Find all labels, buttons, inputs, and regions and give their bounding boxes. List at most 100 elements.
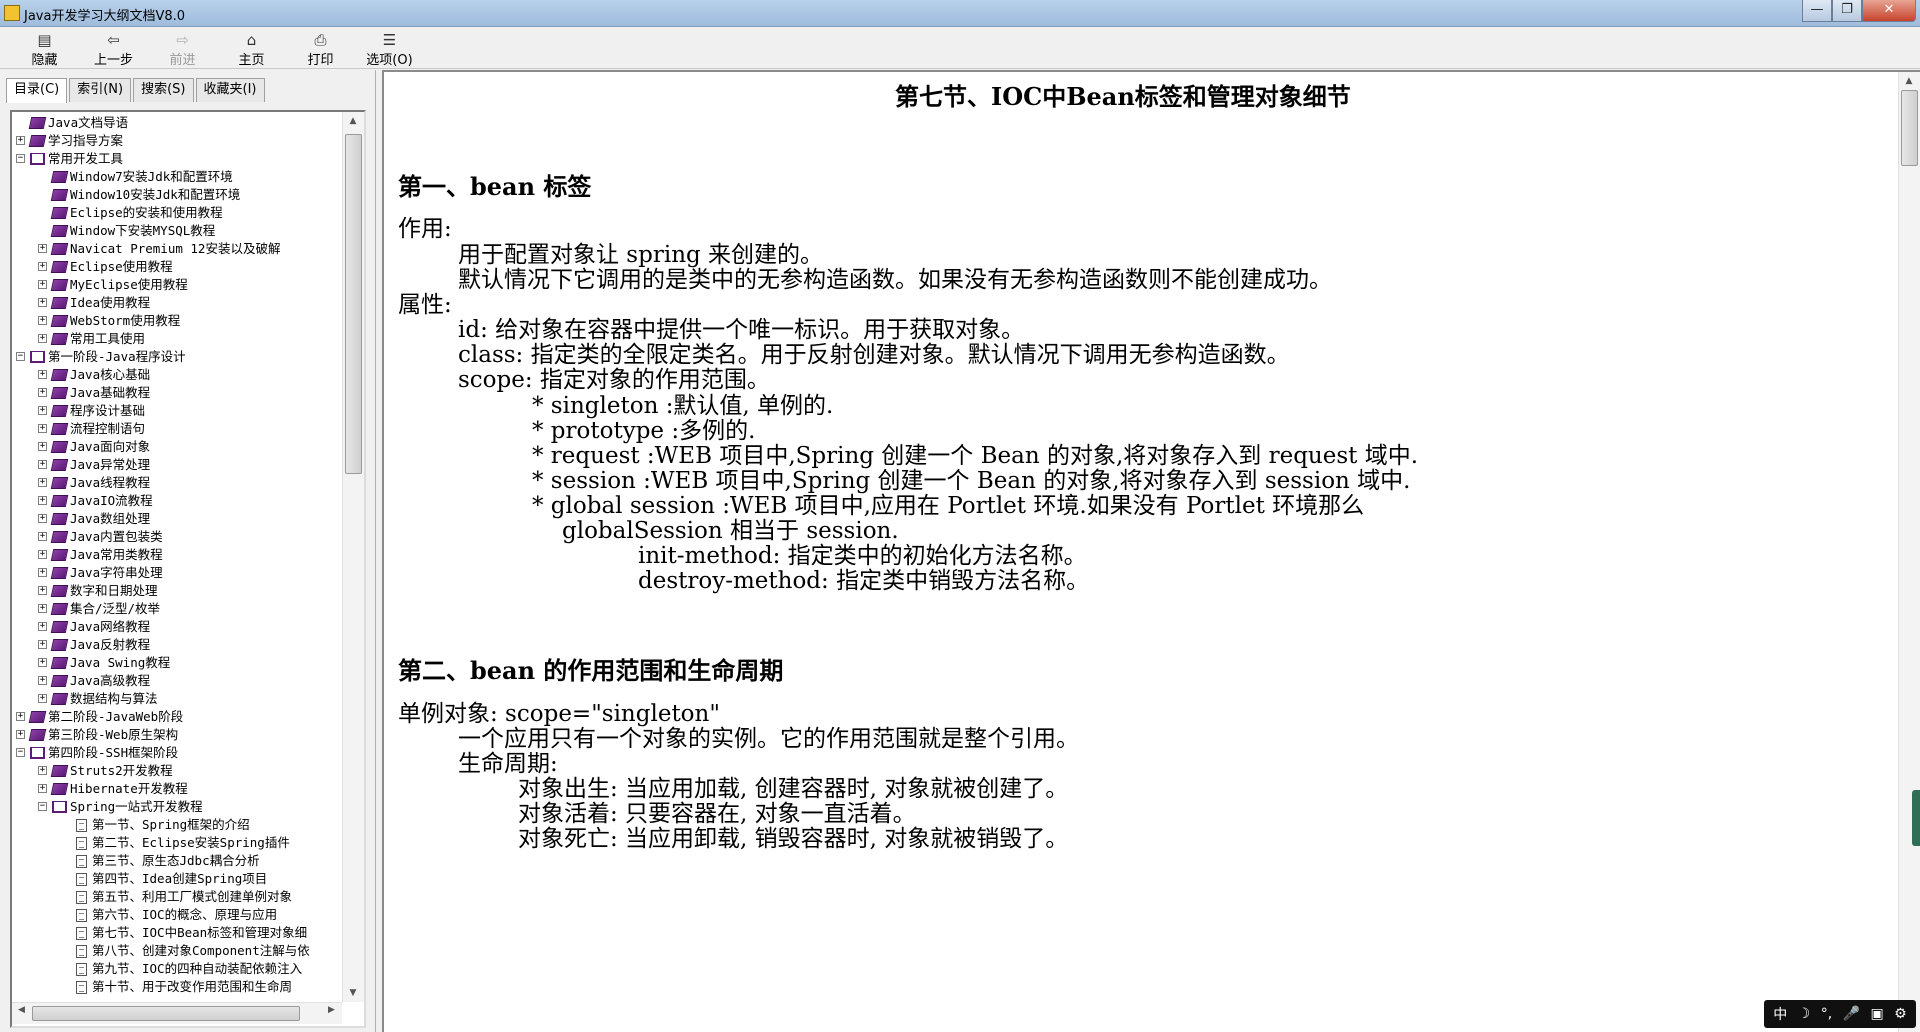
tree-item[interactable]: Window下安装MYSQL教程 [12,222,342,240]
tree-item[interactable]: + 数据结构与算法 [12,690,342,708]
tree-item[interactable]: + 学习指导方案 [12,132,342,150]
tree-hscroll-thumb[interactable] [32,1006,300,1021]
expand-icon[interactable]: + [38,550,47,559]
tree-item[interactable]: + Java网络教程 [12,618,342,636]
tree-item[interactable]: + Java Swing教程 [12,654,342,672]
tree-item[interactable]: Java文档导语 [12,114,342,132]
tree-horizontal-scrollbar[interactable]: ◀ ▶ [12,1002,342,1024]
print-button[interactable]: ⎙ 打印 [286,27,355,69]
tree-item[interactable]: 第二节、Eclipse安装Spring插件 [12,834,342,852]
expand-icon[interactable]: + [38,658,47,667]
tree-item[interactable]: Window10安装Jdk和配置环境 [12,186,342,204]
tree-item[interactable]: + Navicat Premium 12安装以及破解 [12,240,342,258]
tree-item[interactable]: − 第一阶段-Java程序设计 [12,348,342,366]
maximize-button[interactable]: ❐ [1832,0,1862,22]
forward-button[interactable]: ⇨ 前进 [148,27,217,69]
tree-item[interactable]: + 常用工具使用 [12,330,342,348]
expand-icon[interactable]: + [38,640,47,649]
expand-icon[interactable]: + [38,604,47,613]
expand-icon[interactable]: + [38,334,47,343]
tree-item[interactable]: + Struts2开发教程 [12,762,342,780]
collapse-icon[interactable]: − [38,802,47,811]
expand-icon[interactable]: + [38,262,47,271]
tree-item[interactable]: + 第三阶段-Web原生架构 [12,726,342,744]
expand-icon[interactable]: + [38,316,47,325]
expand-icon[interactable]: + [38,460,47,469]
scroll-down-arrow-icon[interactable]: ▼ [343,984,363,1002]
expand-icon[interactable]: + [38,298,47,307]
minimize-button[interactable]: — [1802,0,1832,22]
tree-item[interactable]: + Java内置包装类 [12,528,342,546]
tree-item[interactable]: − Spring一站式开发教程 [12,798,342,816]
tree-item[interactable]: 第四节、Idea创建Spring项目 [12,870,342,888]
tree-item[interactable]: + 数字和日期处理 [12,582,342,600]
expand-icon[interactable]: + [38,424,47,433]
collapse-icon[interactable]: − [16,352,25,361]
tree-item[interactable]: + Java线程教程 [12,474,342,492]
ime-toolbar[interactable]: 中 ☽ °, 🎤 ▣ ⚙ [1764,1000,1916,1028]
expand-icon[interactable]: + [38,568,47,577]
tab-favorites[interactable]: 收藏夹(I) [195,78,265,102]
ime-punctuation-icon[interactable]: °, [1821,1006,1832,1022]
tab-index[interactable]: 索引(N) [69,78,132,102]
tree-item[interactable]: + Java面向对象 [12,438,342,456]
tree-item[interactable]: + Eclipse使用教程 [12,258,342,276]
expand-icon[interactable]: + [38,676,47,685]
tree-vertical-scrollbar[interactable]: ▲ ▼ [342,112,364,1002]
expand-icon[interactable]: + [38,622,47,631]
tree-item[interactable]: + 流程控制语句 [12,420,342,438]
scroll-left-arrow-icon[interactable]: ◀ [18,1005,25,1015]
expand-icon[interactable]: + [16,730,25,739]
tree-item[interactable]: + 程序设计基础 [12,402,342,420]
tree-item[interactable]: Window7安装Jdk和配置环境 [12,168,342,186]
expand-icon[interactable]: + [38,532,47,541]
tree-item[interactable]: − 第四阶段-SSH框架阶段 [12,744,342,762]
ime-settings-icon[interactable]: ⚙ [1894,1006,1907,1022]
tree-scroll-thumb[interactable] [345,134,362,474]
scroll-up-arrow-icon[interactable]: ▲ [343,112,363,130]
home-button[interactable]: ⌂ 主页 [217,27,286,69]
tree-item[interactable]: − 常用开发工具 [12,150,342,168]
tab-contents[interactable]: 目录(C) [6,78,68,103]
ime-language-icon[interactable]: 中 [1773,1004,1787,1024]
tree-item[interactable]: 第六节、IOC的概念、原理与应用 [12,906,342,924]
expand-icon[interactable]: + [38,514,47,523]
tree-item[interactable]: 第三节、原生态Jdbc耦合分析 [12,852,342,870]
close-button[interactable]: ✕ [1862,0,1916,22]
expand-icon[interactable]: + [38,280,47,289]
floating-side-tab[interactable] [1912,790,1920,846]
tree-item[interactable]: + Hibernate开发教程 [12,780,342,798]
expand-icon[interactable]: + [38,406,47,415]
tree-item[interactable]: + 第二阶段-JavaWeb阶段 [12,708,342,726]
tree-item[interactable]: + JavaIO流教程 [12,492,342,510]
tree-item[interactable]: + Java数组处理 [12,510,342,528]
hide-button[interactable]: ▤ 隐藏 [10,27,79,69]
content-scroll-thumb[interactable] [1901,90,1918,166]
collapse-icon[interactable]: − [16,154,25,163]
tree-item[interactable]: 第十节、用于改变作用范围和生命周 [12,978,342,996]
tree-item[interactable]: + Java异常处理 [12,456,342,474]
collapse-icon[interactable]: − [16,748,25,757]
expand-icon[interactable]: + [38,496,47,505]
ime-moon-icon[interactable]: ☽ [1798,1006,1811,1022]
tree-item[interactable]: + Java字符串处理 [12,564,342,582]
tree-item[interactable]: + WebStorm使用教程 [12,312,342,330]
expand-icon[interactable]: + [38,586,47,595]
tree-item[interactable]: 第一节、Spring框架的介绍 [12,816,342,834]
expand-icon[interactable]: + [38,766,47,775]
options-button[interactable]: ☰ 选项(O) [355,27,424,69]
expand-icon[interactable]: + [38,784,47,793]
tab-search[interactable]: 搜索(S) [133,78,194,102]
back-button[interactable]: ⇦ 上一步 [79,27,148,69]
tree-item[interactable]: + Java核心基础 [12,366,342,384]
expand-icon[interactable]: + [38,478,47,487]
tree-item[interactable]: + Idea使用教程 [12,294,342,312]
ime-microphone-icon[interactable]: 🎤 [1843,1006,1860,1022]
expand-icon[interactable]: + [38,388,47,397]
tree-item[interactable]: + MyEclipse使用教程 [12,276,342,294]
tree-item[interactable]: Eclipse的安装和使用教程 [12,204,342,222]
tree-item[interactable]: + Java基础教程 [12,384,342,402]
expand-icon[interactable]: + [16,712,25,721]
expand-icon[interactable]: + [16,136,25,145]
tree-item[interactable]: + Java常用类教程 [12,546,342,564]
